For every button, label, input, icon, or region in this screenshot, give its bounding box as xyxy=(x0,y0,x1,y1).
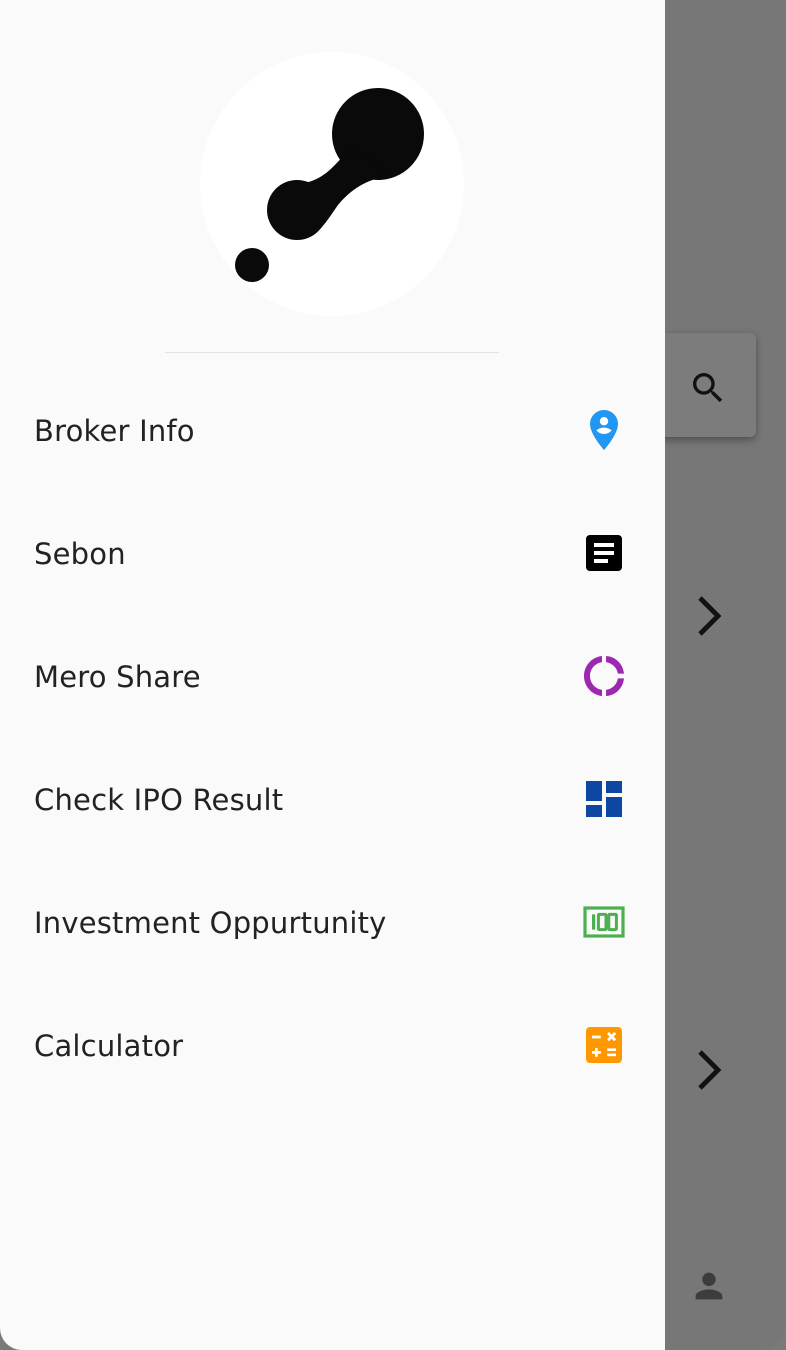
navigation-drawer: Broker Info Sebon Mero Share Check IPO R… xyxy=(0,0,665,1350)
menu-item-investment-oppurtunity[interactable]: Investment Oppurtunity xyxy=(0,861,665,984)
menu-item-label: Sebon xyxy=(34,536,126,571)
chevron-right-icon[interactable] xyxy=(688,592,728,640)
menu-item-label: Check IPO Result xyxy=(34,782,284,817)
menu-item-sebon[interactable]: Sebon xyxy=(0,492,665,615)
money-100-icon xyxy=(583,906,625,938)
app-logo xyxy=(200,52,464,316)
menu-item-check-ipo-result[interactable]: Check IPO Result xyxy=(0,738,665,861)
dashboard-icon xyxy=(586,781,622,817)
menu-item-broker-info[interactable]: Broker Info xyxy=(0,369,665,492)
chevron-right-icon[interactable] xyxy=(688,1046,728,1094)
menu-item-calculator[interactable]: Calculator xyxy=(0,984,665,1107)
menu-item-label: Calculator xyxy=(34,1028,184,1063)
menu-item-label: Broker Info xyxy=(34,413,195,448)
menu-item-label: Investment Oppurtunity xyxy=(34,905,387,940)
menu-item-label: Mero Share xyxy=(34,659,201,694)
location-person-icon xyxy=(590,410,618,450)
search-icon xyxy=(693,373,723,403)
calculator-icon xyxy=(586,1027,622,1063)
menu-item-mero-share[interactable]: Mero Share xyxy=(0,615,665,738)
person-icon[interactable] xyxy=(688,1266,730,1306)
article-icon xyxy=(586,535,622,571)
divider xyxy=(165,352,499,353)
donut-icon xyxy=(584,656,624,696)
